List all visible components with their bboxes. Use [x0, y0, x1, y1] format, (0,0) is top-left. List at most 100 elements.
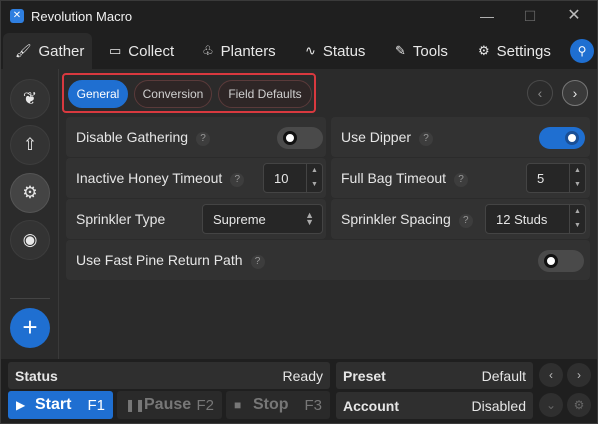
account-dropdown-button[interactable]: ⌄: [539, 393, 563, 417]
stop-hotkey: F3: [304, 397, 322, 414]
account-settings-button[interactable]: ⚙: [567, 393, 591, 417]
subtab-general[interactable]: General: [68, 80, 128, 108]
stepper-value[interactable]: 12 Studs: [496, 212, 547, 227]
chevron-right-icon: ›: [577, 368, 581, 382]
macro-app-icon: ✕: [10, 9, 24, 23]
pulse-icon: ∿: [305, 43, 316, 58]
tab-status[interactable]: ∿ Status: [305, 33, 365, 69]
help-icon[interactable]: ?: [250, 255, 265, 269]
stepper-value[interactable]: 10: [274, 171, 288, 186]
preset-prev-button[interactable]: ‹: [539, 363, 563, 387]
setting-sprinkler-type: Sprinkler Type Supreme ▲ ▼: [66, 199, 326, 239]
sidebar-eye-button[interactable]: ◉: [10, 220, 50, 260]
disable-gathering-toggle[interactable]: [277, 127, 323, 149]
setting-label-text: Full Bag Timeout: [341, 170, 447, 186]
tab-collect[interactable]: ▭ Collect: [109, 33, 174, 69]
sidebar-gear-button[interactable]: ⚙: [10, 173, 50, 213]
stepper-arrows[interactable]: ▲ ▼: [569, 164, 585, 192]
stepper-arrows[interactable]: ▲ ▼: [569, 205, 585, 233]
bottom-bar: Status Ready Preset Default ‹ › ▶ Start …: [1, 359, 597, 423]
tab-tools[interactable]: ✎ Tools: [395, 33, 448, 69]
setting-label: Sprinkler Type: [76, 211, 165, 227]
gear-icon: ⚙: [573, 398, 585, 412]
use-fast-pine-return-path-toggle[interactable]: [538, 250, 584, 272]
stop-icon: ■: [234, 398, 242, 412]
help-icon[interactable]: ?: [230, 173, 245, 187]
setting-label: Inactive Honey Timeout?: [76, 170, 245, 187]
start-label: Start: [35, 396, 72, 413]
help-icon[interactable]: ?: [454, 173, 469, 187]
preset-value[interactable]: Default: [482, 368, 526, 384]
stepper-value[interactable]: 5: [537, 171, 544, 186]
prev-button[interactable]: ‹: [527, 80, 553, 106]
select-value: Supreme: [213, 212, 266, 227]
sidebar-arrow-button[interactable]: ⇧: [10, 125, 50, 165]
close-button[interactable]: ✕: [552, 1, 596, 31]
main-tabs: 🖌 Gather ▭ Collect ♧ Planters ∿ Status ✎…: [1, 33, 597, 69]
setting-label: Use Dipper?: [341, 129, 434, 146]
tab-gather[interactable]: 🖌 Gather: [3, 33, 92, 69]
wrench-icon: ✎: [395, 43, 406, 58]
chevron-up-icon[interactable]: ▲: [307, 164, 322, 178]
setting-label-text: Use Dipper: [341, 129, 412, 145]
tab-label: Settings: [496, 42, 551, 60]
add-button[interactable]: +: [10, 308, 50, 348]
chevron-up-icon[interactable]: ▲: [570, 205, 585, 219]
maximize-button[interactable]: ☐: [508, 1, 552, 31]
tab-label: Status: [322, 42, 366, 60]
account-value[interactable]: Disabled: [472, 398, 526, 414]
play-icon: ▶: [16, 398, 26, 412]
subtab-field-defaults[interactable]: Field Defaults: [218, 80, 312, 108]
eye-scan-icon: ◉: [22, 230, 38, 249]
status-label: Status: [15, 368, 58, 384]
inactive-honey-timeout-stepper[interactable]: 10 ▲ ▼: [263, 163, 323, 193]
gear-icon: ⚙: [22, 183, 38, 202]
sidebar-leaf-button[interactable]: ❦: [10, 79, 50, 119]
setting-label: Sprinkler Spacing?: [341, 211, 473, 228]
chevron-left-icon: ‹: [549, 368, 553, 382]
sprinkler-spacing-stepper[interactable]: 12 Studs ▲ ▼: [485, 204, 586, 234]
chevron-down-icon[interactable]: ▼: [307, 178, 322, 192]
search-button[interactable]: ⚲: [570, 39, 594, 63]
help-icon[interactable]: ?: [419, 132, 434, 146]
subtab-conversion[interactable]: Conversion: [134, 80, 212, 108]
full-bag-timeout-stepper[interactable]: 5 ▲ ▼: [526, 163, 586, 193]
gear-icon: ⚙: [478, 43, 490, 58]
leaf-icon: ❦: [22, 89, 38, 108]
start-button[interactable]: ▶ Start F1: [8, 391, 113, 419]
pause-hotkey: F2: [196, 397, 214, 414]
brush-icon: 🖌: [15, 43, 32, 58]
tab-planters[interactable]: ♧ Planters: [202, 33, 276, 69]
chevron-down-icon[interactable]: ▼: [570, 178, 585, 192]
toggle-knob: [283, 131, 297, 145]
preset-cell: Preset Default: [336, 362, 533, 389]
status-cell: Status Ready: [8, 362, 330, 389]
chevron-down-icon[interactable]: ▼: [570, 219, 585, 233]
tab-settings[interactable]: ⚙ Settings: [478, 33, 551, 69]
use-dipper-toggle[interactable]: [539, 127, 585, 149]
tab-label: Gather: [38, 42, 85, 60]
box-icon: ▭: [109, 43, 122, 58]
search-icon: ⚲: [577, 44, 587, 58]
tab-label: Tools: [412, 42, 448, 60]
sprout-icon: ♧: [202, 43, 214, 58]
stop-button[interactable]: ■ Stop F3: [226, 391, 330, 419]
preset-next-button[interactable]: ›: [567, 363, 591, 387]
stepper-arrows[interactable]: ▲ ▼: [306, 164, 322, 192]
setting-label-text: Sprinkler Type: [76, 211, 166, 227]
content-panel: ❦ ⇧ ⚙ ◉ + General Conversion Field Defau…: [1, 69, 597, 359]
help-icon[interactable]: ?: [196, 132, 211, 146]
sprinkler-type-select[interactable]: Supreme ▲ ▼: [202, 204, 323, 234]
help-icon[interactable]: ?: [458, 214, 473, 228]
pause-button[interactable]: ❚❚ Pause F2: [117, 391, 222, 419]
account-label: Account: [343, 398, 399, 414]
minimize-button[interactable]: —: [465, 1, 509, 31]
setting-use-fast-pine-return-path: Use Fast Pine Return Path?: [66, 240, 590, 280]
setting-label-text: Sprinkler Spacing: [341, 211, 451, 227]
next-button[interactable]: ›: [562, 80, 588, 106]
chevron-updown-icon: ▲ ▼: [305, 210, 314, 227]
tab-label: Collect: [128, 42, 175, 60]
status-value: Ready: [282, 368, 323, 384]
chevron-up-icon[interactable]: ▲: [570, 164, 585, 178]
preset-label: Preset: [343, 368, 386, 384]
